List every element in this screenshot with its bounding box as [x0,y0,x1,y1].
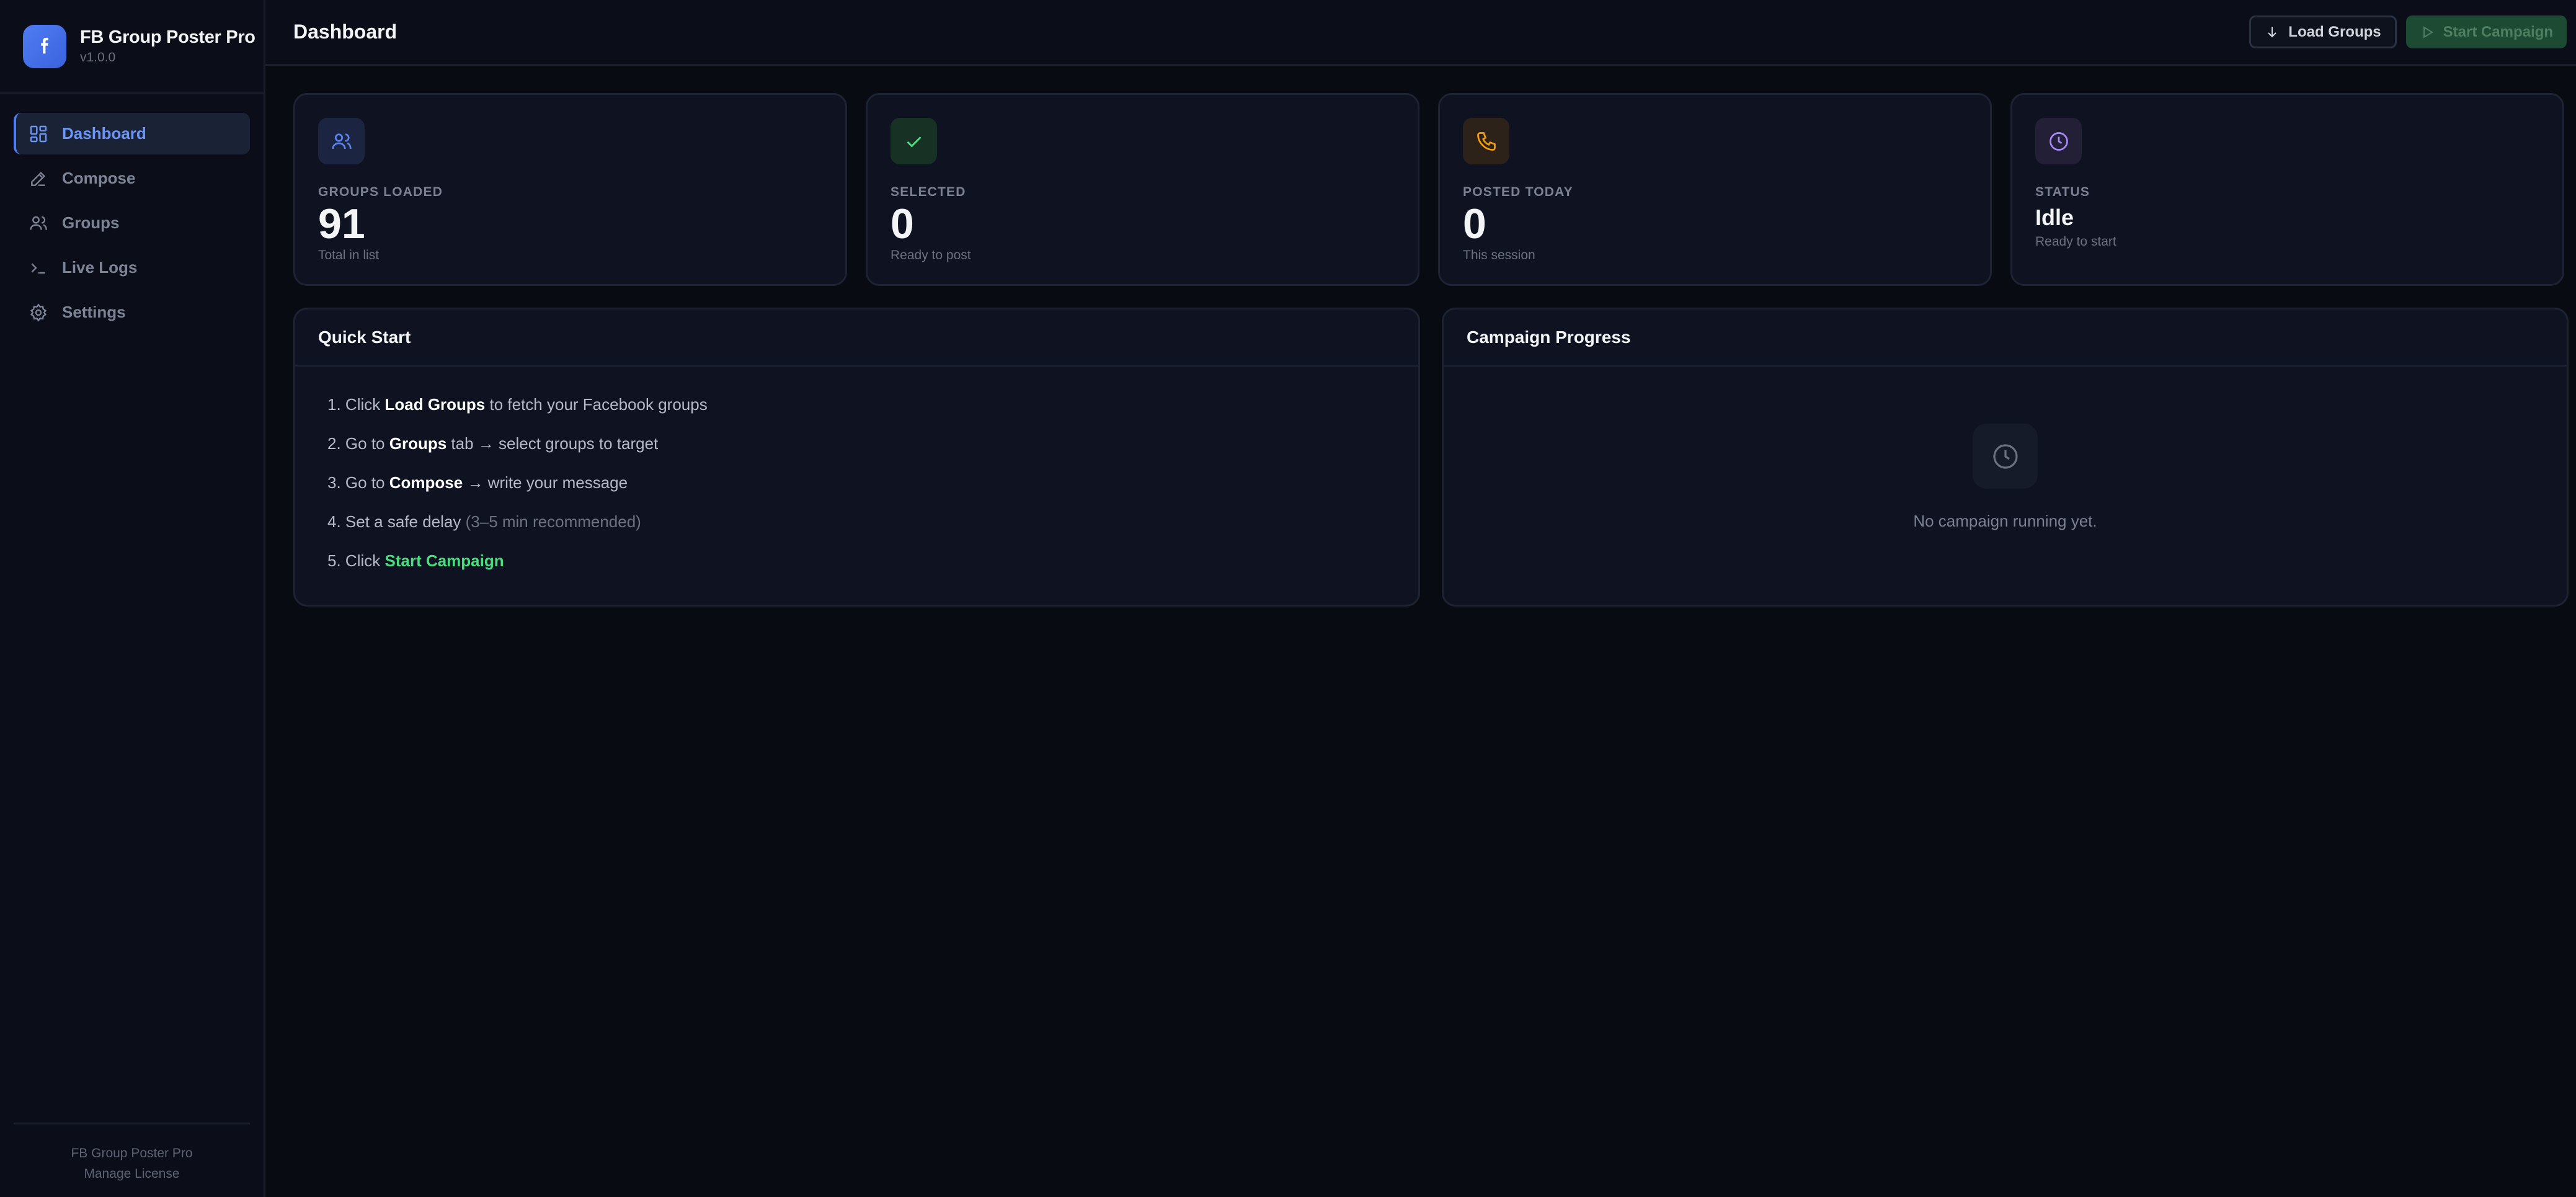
brand: FB Group Poster Pro v1.0.0 [0,0,264,94]
step-number: 4. [327,512,341,531]
sidebar: FB Group Poster Pro v1.0.0 Dashboard Com… [0,0,265,1197]
list-item: 1. Click Load Groups to fetch your Faceb… [327,394,1418,434]
check-icon [890,118,937,164]
stat-label: STATUS [2035,185,2090,199]
clock-icon [2035,118,2082,164]
users-icon [30,216,47,230]
list-item: 3. Go to Compose → write your message [327,473,1418,512]
start-campaign-button[interactable]: Start Campaign [2405,16,2567,48]
list-item: 2. Go to Groups tab → select groups to t… [327,434,1418,473]
stat-card-status: STATUS Idle Ready to start [2010,93,2564,286]
load-groups-button[interactable]: Load Groups [2249,16,2397,48]
sidebar-item-compose[interactable]: Compose [14,158,250,199]
step-note: (3–5 min recommended) [465,512,641,531]
app-name: FB Group Poster Pro [80,27,255,47]
facebook-icon [23,24,66,68]
sidebar-item-label: Compose [62,169,136,187]
stat-card-selected: SELECTED 0 Ready to post [866,93,1419,286]
step-text: to fetch your Facebook groups [485,395,708,414]
step-number: 1. [327,395,341,414]
stat-label: POSTED TODAY [1463,185,1573,199]
stat-value: 0 [1463,200,1486,247]
stat-value: Idle [2035,205,2074,230]
start-campaign-label: Start Campaign [2443,23,2553,40]
step-text: Go to [345,434,389,453]
sidebar-item-settings[interactable]: Settings [14,291,250,333]
stat-card-posted-today: POSTED TODAY 0 This session [1438,93,1992,286]
step-number: 5. [327,551,341,570]
sidebar-item-label: Dashboard [62,124,146,143]
grid-icon [30,125,47,142]
footer-product-name: FB Group Poster Pro [71,1146,193,1160]
step-text: Click [345,395,385,414]
empty-state-text: No campaign running yet. [1913,512,2097,530]
panel-title: Quick Start [295,309,1418,367]
stat-value: 91 [318,200,365,247]
list-item: 5. Click Start Campaign [327,551,1418,590]
sidebar-item-dashboard[interactable]: Dashboard [14,113,250,154]
manage-license-link[interactable]: Manage License [14,1164,250,1184]
pencil-icon [31,171,46,186]
step-number: 2. [327,434,341,453]
sidebar-item-live-logs[interactable]: Live Logs [14,247,250,288]
sidebar-item-label: Live Logs [62,258,138,277]
terminal-icon [31,262,45,274]
step-emphasis: Compose [389,473,463,492]
arrow-down-icon [2268,27,2276,37]
step-emphasis: Start Campaign [384,551,504,570]
phone-icon [1463,118,1509,164]
sidebar-item-label: Groups [62,213,120,232]
step-number: 3. [327,473,341,492]
quick-start-panel: Quick Start 1. Click Load Groups to fetc… [293,308,1420,607]
top-bar: Dashboard Load Groups Start Campaign [265,0,2576,66]
clock-icon [1973,424,2038,489]
main-content: Dashboard Load Groups Start Campaign GRO… [265,0,2576,1197]
stat-sub: This session [1463,248,1535,262]
sidebar-footer: FB Group Poster Pro Manage License [14,1123,250,1197]
stats-row: GROUPS LOADED 91 Total in list SELECTED … [293,93,2564,286]
step-text: Set a safe delay [345,512,466,531]
step-emphasis: Load Groups [384,395,486,414]
quick-start-steps: 1. Click Load Groups to fetch your Faceb… [295,367,1418,590]
panel-title: Campaign Progress [1444,309,2567,367]
step-emphasis: Groups [389,434,447,453]
users-icon [318,118,365,164]
stat-sub: Total in list [318,248,380,262]
step-text: Go to [345,473,389,492]
sidebar-nav: Dashboard Compose Groups Live Logs Setti… [0,94,264,336]
stat-label: GROUPS LOADED [318,185,443,199]
page-title: Dashboard [293,20,398,43]
stat-label: SELECTED [890,185,966,199]
stat-sub: Ready to post [890,248,971,262]
play-icon [2423,25,2433,38]
step-text: tab → select groups to target [446,434,659,453]
load-groups-label: Load Groups [2288,23,2381,40]
stat-value: 0 [890,200,914,247]
gear-icon [30,303,47,322]
campaign-progress-panel: Campaign Progress No campaign running ye… [1442,308,2569,607]
app-version: v1.0.0 [80,50,116,65]
sidebar-item-label: Settings [62,303,126,321]
sidebar-item-groups[interactable]: Groups [14,202,250,244]
stat-card-groups-loaded: GROUPS LOADED 91 Total in list [293,93,847,286]
step-text: → write your message [463,473,628,492]
list-item: 4. Set a safe delay (3–5 min recommended… [327,512,1418,551]
step-text: Click [345,551,385,570]
empty-state: No campaign running yet. [1444,367,2567,531]
stat-sub: Ready to start [2035,234,2116,249]
